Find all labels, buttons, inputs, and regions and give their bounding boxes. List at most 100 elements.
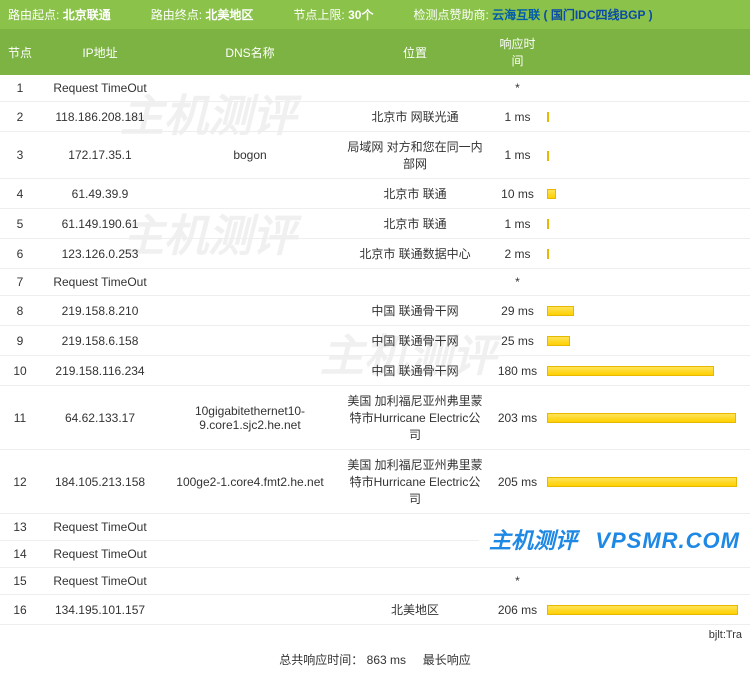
cell-bar: [545, 269, 750, 296]
route-end-label: 路由终点:: [151, 8, 202, 22]
cell-response-time: 1 ms: [490, 132, 545, 179]
route-start-label: 路由起点:: [8, 8, 59, 22]
cell-dns: [160, 75, 340, 102]
table-row: 2118.186.208.181北京市 网联光通1 ms: [0, 102, 750, 132]
cell-response-time: 2 ms: [490, 239, 545, 269]
cell-response-time: 25 ms: [490, 326, 545, 356]
cell-ip: Request TimeOut: [40, 568, 160, 595]
cell-ip: 64.62.133.17: [40, 386, 160, 450]
response-bar-icon: [547, 219, 549, 229]
cell-location: 北京市 联通: [340, 209, 490, 239]
cell-dns: [160, 356, 340, 386]
cell-dns: 100ge2-1.core4.fmt2.he.net: [160, 450, 340, 514]
th-node: 节点: [0, 29, 40, 75]
cell-response-time: *: [490, 269, 545, 296]
cell-bar: [545, 102, 750, 132]
cell-ip: 172.17.35.1: [40, 132, 160, 179]
table-row: 461.49.39.9北京市 联通10 ms: [0, 179, 750, 209]
cell-node: 5: [0, 209, 40, 239]
cell-response-time: 1 ms: [490, 102, 545, 132]
cell-location: [340, 514, 490, 541]
table-row: 1164.62.133.1710gigabitethernet10-9.core…: [0, 386, 750, 450]
cell-location: [340, 541, 490, 568]
cell-dns: bogon: [160, 132, 340, 179]
cell-bar: [545, 209, 750, 239]
cell-dns: [160, 568, 340, 595]
response-bar-icon: [547, 605, 738, 615]
cell-node: 11: [0, 386, 40, 450]
response-bar-icon: [547, 413, 736, 423]
cell-response-time: 10 ms: [490, 179, 545, 209]
response-bar-icon: [547, 189, 556, 199]
node-limit: 节点上限: 30个: [293, 6, 373, 23]
cell-response-time: 206 ms: [490, 595, 545, 625]
response-bar-icon: [547, 249, 549, 259]
summary-total-value: 863 ms: [367, 653, 406, 667]
table-row: 16134.195.101.157北美地区206 ms: [0, 595, 750, 625]
table-header-row: 节点 IP地址 DNS名称 位置 响应时间: [0, 29, 750, 75]
cell-location: 北京市 联通: [340, 179, 490, 209]
th-bar: [545, 29, 750, 75]
cell-dns: [160, 269, 340, 296]
route-start-value: 北京联通: [63, 8, 111, 22]
table-row: 15Request TimeOut*: [0, 568, 750, 595]
cell-location: [340, 568, 490, 595]
cell-response-time: *: [490, 75, 545, 102]
response-bar-icon: [547, 477, 737, 487]
sponsor-extra: ( 国门IDC四线BGP ): [544, 8, 653, 22]
cell-location: 中国 联通骨干网: [340, 296, 490, 326]
cell-ip: Request TimeOut: [40, 269, 160, 296]
cell-node: 6: [0, 239, 40, 269]
cell-location: 北京市 网联光通: [340, 102, 490, 132]
cell-location: [340, 269, 490, 296]
cell-node: 13: [0, 514, 40, 541]
cell-response-time: 1 ms: [490, 209, 545, 239]
cell-dns: [160, 239, 340, 269]
cell-node: 12: [0, 450, 40, 514]
th-response-time: 响应时间: [490, 29, 545, 75]
table-row: 561.149.190.61北京市 联通1 ms: [0, 209, 750, 239]
response-bar-icon: [547, 366, 714, 376]
cell-node: 14: [0, 541, 40, 568]
cell-node: 3: [0, 132, 40, 179]
sponsor-link[interactable]: 云海互联: [492, 8, 540, 22]
cell-ip: 219.158.6.158: [40, 326, 160, 356]
summary-row: 总共响应时间： 863 ms 最长响应: [0, 645, 750, 674]
cell-dns: [160, 514, 340, 541]
cell-dns: [160, 326, 340, 356]
cell-node: 9: [0, 326, 40, 356]
watermark-zh: 主机测评: [489, 528, 577, 553]
cell-dns: [160, 296, 340, 326]
node-limit-label: 节点上限:: [293, 8, 344, 22]
summary-cell: 总共响应时间： 863 ms 最长响应: [0, 645, 750, 674]
cell-dns: [160, 541, 340, 568]
footer-trace: bjlt:Tra: [0, 625, 750, 646]
cell-bar: [545, 450, 750, 514]
cell-location: [340, 75, 490, 102]
cell-node: 1: [0, 75, 40, 102]
response-bar-icon: [547, 112, 549, 122]
cell-ip: 219.158.116.234: [40, 356, 160, 386]
summary-total-label: 总共响应时间：: [279, 653, 363, 667]
response-bar-icon: [547, 336, 570, 346]
cell-ip: Request TimeOut: [40, 541, 160, 568]
table-row: 9219.158.6.158 中国 联通骨干网25 ms: [0, 326, 750, 356]
cell-bar: [545, 568, 750, 595]
cell-node: 15: [0, 568, 40, 595]
watermark-bar: 主机测评 VPSMR.COM: [479, 519, 750, 559]
cell-ip: 219.158.8.210: [40, 296, 160, 326]
cell-response-time: 29 ms: [490, 296, 545, 326]
cell-location: 中国 联通骨干网: [340, 326, 490, 356]
route-start: 路由起点: 北京联通: [8, 6, 111, 23]
cell-bar: [545, 132, 750, 179]
route-end: 路由终点: 北美地区: [151, 6, 254, 23]
cell-location: 美国 加利福尼亚州弗里蒙特市Hurricane Electric公司: [340, 386, 490, 450]
cell-node: 8: [0, 296, 40, 326]
cell-bar: [545, 356, 750, 386]
cell-bar: [545, 179, 750, 209]
cell-ip: 118.186.208.181: [40, 102, 160, 132]
cell-node: 4: [0, 179, 40, 209]
table-row: 10219.158.116.234中国 联通骨干网180 ms: [0, 356, 750, 386]
table-row: 12184.105.213.158100ge2-1.core4.fmt2.he.…: [0, 450, 750, 514]
cell-bar: [545, 75, 750, 102]
